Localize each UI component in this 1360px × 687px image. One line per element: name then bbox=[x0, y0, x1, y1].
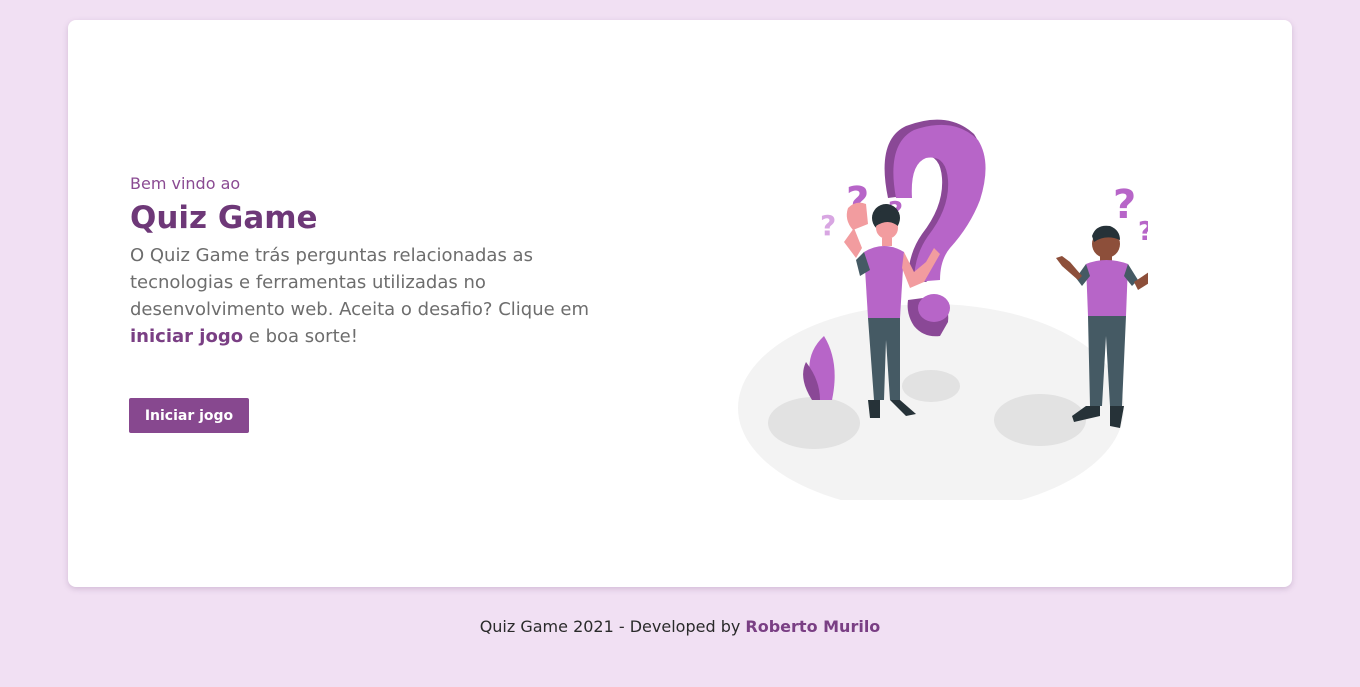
description: O Quiz Game trás perguntas relacionadas … bbox=[130, 242, 600, 350]
start-game-button[interactable]: Iniciar jogo bbox=[129, 398, 249, 433]
intro-section: Bem vindo ao Quiz Game O Quiz Game trás … bbox=[130, 174, 600, 350]
svg-text:?: ? bbox=[1138, 217, 1148, 247]
author-link[interactable]: Roberto Murilo bbox=[745, 617, 880, 636]
footer: Quiz Game 2021 - Developed by Roberto Mu… bbox=[0, 616, 1360, 638]
floor-spot-left bbox=[768, 397, 860, 449]
floor-spot-right bbox=[994, 394, 1086, 446]
svg-text:?: ? bbox=[1113, 182, 1136, 228]
welcome-text: Bem vindo ao bbox=[130, 174, 241, 193]
floor-spot-center bbox=[902, 370, 960, 402]
main-card: Bem vindo ao Quiz Game O Quiz Game trás … bbox=[68, 20, 1292, 587]
description-highlight: iniciar jogo bbox=[130, 326, 244, 347]
footer-text: Quiz Game 2021 - Developed by bbox=[479, 617, 746, 636]
description-end: e boa sorte! bbox=[243, 326, 358, 347]
description-text: O Quiz Game trás perguntas relacionadas … bbox=[130, 245, 590, 320]
svg-text:?: ? bbox=[820, 209, 836, 242]
question-people-illustration: ? ? ? ? ? ? bbox=[738, 119, 1148, 500]
page-title: Quiz Game bbox=[130, 200, 318, 236]
